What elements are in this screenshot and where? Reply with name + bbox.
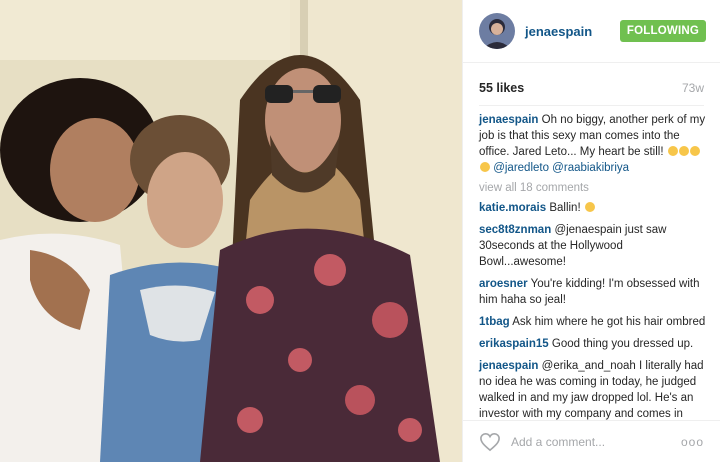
divider: [479, 105, 704, 106]
comment-bar: Add a comment... ooo: [463, 420, 720, 462]
comment-text: Ask him where he got his hair ombred: [512, 316, 706, 328]
post-meta: 55 likes 73w: [463, 67, 720, 101]
post-photo[interactable]: [0, 0, 462, 462]
comment: jenaespain @erika_and_noah I literally h…: [479, 358, 706, 420]
post-photo-image: [0, 0, 462, 462]
post-header: jenaespain FOLLOWING: [463, 0, 720, 63]
comment-username[interactable]: aroesner: [479, 278, 528, 290]
comment: aroesner You're kidding! I'm obsessed wi…: [479, 276, 706, 308]
caption-username[interactable]: jenaespain: [479, 114, 538, 126]
avatar-image: [479, 13, 515, 49]
instagram-post: jenaespain FOLLOWING 55 likes 73w jenaes…: [0, 0, 720, 462]
comment-username[interactable]: sec8t8znman: [479, 224, 551, 236]
comment-username[interactable]: erikaspain15: [479, 338, 549, 350]
post-details-panel: jenaespain FOLLOWING 55 likes 73w jenaes…: [462, 0, 720, 462]
following-button[interactable]: FOLLOWING: [619, 20, 706, 42]
comment-username[interactable]: jenaespain: [479, 360, 538, 372]
view-all-comments-link[interactable]: view all 18 comments: [479, 182, 706, 194]
caption-mentions[interactable]: @jaredleto @raabiakibriya: [493, 162, 629, 174]
avatar[interactable]: [479, 13, 515, 49]
add-comment-input[interactable]: Add a comment...: [511, 435, 681, 449]
comment: 1tbag Ask him where he got his hair ombr…: [479, 314, 706, 330]
likes-count[interactable]: 55 likes: [479, 81, 524, 95]
comment: sec8t8znman @jenaespain just saw 30secon…: [479, 222, 706, 270]
comment-username[interactable]: katie.morais: [479, 202, 546, 214]
caption: jenaespain Oh no biggy, another perk of …: [479, 112, 706, 176]
heart-eyes-emoji-icon: [678, 146, 689, 156]
post-author-username[interactable]: jenaespain: [525, 24, 620, 39]
heart-outline-icon[interactable]: [479, 432, 501, 452]
more-options-icon[interactable]: ooo: [681, 435, 704, 449]
heart-eyes-emoji-icon: [667, 146, 678, 156]
post-timestamp[interactable]: 73w: [682, 81, 704, 95]
comment: katie.morais Ballin!: [479, 200, 706, 216]
comment-text: Good thing you dressed up.: [551, 338, 694, 350]
heart-eyes-emoji-icon: [689, 146, 700, 156]
heart-eyes-emoji-icon: [480, 162, 490, 172]
comments-list: jenaespain Oh no biggy, another perk of …: [463, 112, 720, 420]
smile-emoji-icon: [584, 202, 595, 212]
comment: erikaspain15 Good thing you dressed up.: [479, 336, 706, 352]
comment-text: Ballin!: [549, 202, 581, 214]
comment-username[interactable]: 1tbag: [479, 316, 510, 328]
